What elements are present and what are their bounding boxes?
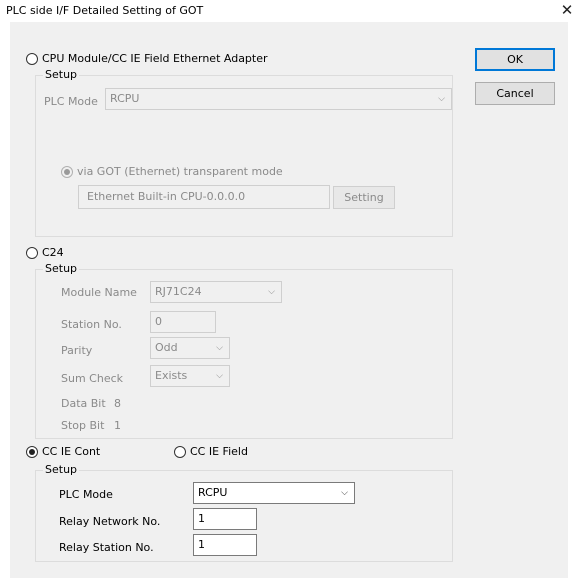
relay-network-field[interactable]: 1 [193,508,257,530]
c24-radio-label: C24 [42,246,64,259]
ccie-plc-mode-select[interactable]: RCPU ⌵ [193,482,355,504]
sum-check-value: Exists [155,369,188,382]
data-bit-label: Data Bit [61,397,106,410]
stop-bit-label: Stop Bit [61,419,105,432]
cpu-module-radio[interactable] [26,53,38,65]
target-cpu-field[interactable]: Ethernet Built-in CPU-0.0.0.0 [78,185,330,209]
chevron-down-icon: ⌵ [341,488,348,498]
setting-button[interactable]: Setting [333,186,395,209]
chevron-down-icon: ⌵ [216,371,223,381]
ok-button[interactable]: OK [475,48,555,71]
relay-network-label: Relay Network No. [59,515,161,528]
station-no-field[interactable]: 0 [150,311,216,333]
ccie-setup-legend: Setup [43,463,80,476]
parity-value: Odd [155,341,178,354]
sum-check-label: Sum Check [61,372,124,385]
via-got-transparent-label: via GOT (Ethernet) transparent mode [77,165,283,178]
station-no-label: Station No. [61,318,122,331]
stop-bit-value: 1 [114,419,121,432]
c24-radio[interactable] [26,247,38,259]
close-icon[interactable]: ✕ [557,1,577,19]
cc-ie-field-radio[interactable] [174,446,186,458]
cpu-setup-legend: Setup [43,68,80,81]
module-name-select[interactable]: RJ71C24 ⌵ [150,281,282,303]
cancel-button[interactable]: Cancel [475,82,555,105]
c24-setup-legend: Setup [43,262,80,275]
sum-check-select[interactable]: Exists ⌵ [150,365,230,387]
data-bit-value: 8 [114,397,121,410]
module-name-label: Module Name [61,286,137,299]
module-name-value: RJ71C24 [155,285,202,298]
cpu-module-radio-label: CPU Module/CC IE Field Ethernet Adapter [42,52,268,65]
relay-station-field[interactable]: 1 [193,534,257,556]
parity-select[interactable]: Odd ⌵ [150,337,230,359]
cpu-plc-mode-label: PLC Mode [44,95,98,108]
parity-label: Parity [61,344,93,357]
cpu-plc-mode-value: RCPU [110,92,140,105]
window-title: PLC side I/F Detailed Setting of GOT [6,4,204,17]
chevron-down-icon: ⌵ [268,287,275,297]
cc-ie-field-label: CC IE Field [190,445,248,458]
ccie-plc-mode-value: RCPU [198,486,228,499]
cc-ie-cont-radio[interactable] [26,446,38,458]
chevron-down-icon: ⌵ [216,343,223,353]
cc-ie-cont-label: CC IE Cont [42,445,101,458]
ccie-plc-mode-label: PLC Mode [59,488,113,501]
relay-station-label: Relay Station No. [59,541,154,554]
chevron-down-icon: ⌵ [438,94,445,104]
cpu-plc-mode-select[interactable]: RCPU ⌵ [105,88,452,110]
via-got-transparent-radio[interactable] [61,166,73,178]
